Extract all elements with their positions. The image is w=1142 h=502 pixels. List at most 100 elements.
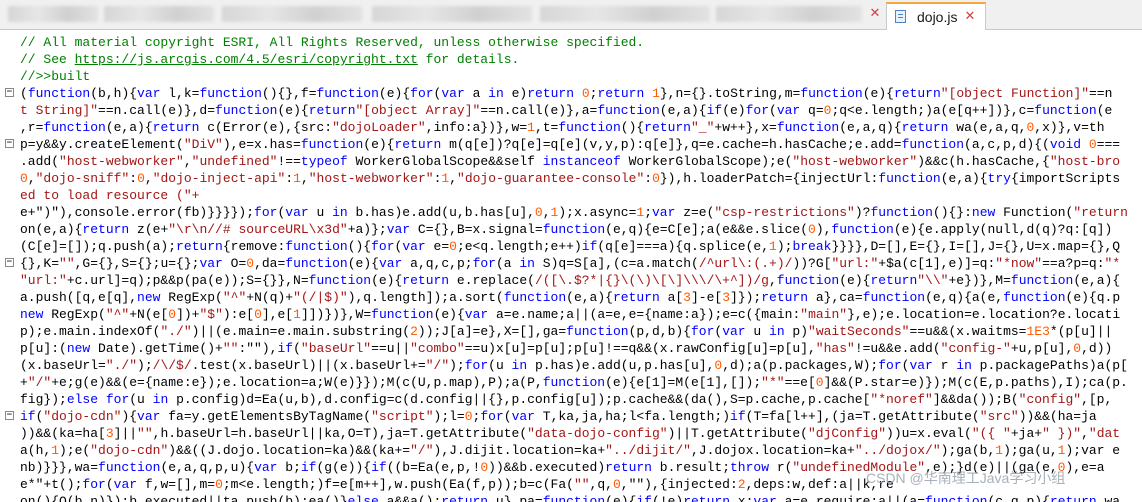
- code-text: e+")"),console.error(fb)}}}});for(var u …: [20, 204, 1128, 221]
- code-token: +a)};: [347, 222, 387, 237]
- code-token: in: [332, 205, 348, 220]
- code-line[interactable]: − p=y&&y.createElement("DiV"),e=x.has=fun…: [0, 136, 1142, 153]
- code-token: function: [503, 290, 567, 305]
- code-line[interactable]: e+")"),console.error(fb)}}}});for(var u …: [0, 204, 1142, 221]
- code-token: function: [542, 494, 606, 502]
- code-line[interactable]: .add("host-webworker","undefined"!==type…: [0, 153, 1142, 170]
- code-token: return: [402, 273, 450, 288]
- code-token: !==: [277, 154, 301, 169]
- code-token: "./": [105, 358, 138, 373]
- code-line[interactable]: 0,"dojo-sniff":0,"dojo-inject-api":1,"ho…: [0, 170, 1142, 187]
- code-line[interactable]: p);e.main.indexOf("./")||(e.main=e.main.…: [0, 323, 1142, 340]
- code-line[interactable]: − (function(b,h){var l,k=function(){},f=f…: [0, 85, 1142, 102]
- code-token: );e(: [59, 443, 91, 458]
- code-line[interactable]: ed to load resource ("+: [0, 187, 1142, 204]
- code-token: function: [542, 222, 606, 237]
- code-token: "url:": [20, 273, 67, 288]
- code-token: a&&a();: [378, 494, 442, 502]
- fold-toggle-icon[interactable]: −: [5, 88, 14, 97]
- code-token: 0: [534, 205, 543, 220]
- code-line[interactable]: t String]"==n.call(e)},d=function(e){ret…: [0, 102, 1142, 119]
- code-token: (u: [488, 358, 512, 373]
- blurred-tab[interactable]: [540, 6, 710, 22]
- code-token: (e,a,q){: [839, 120, 902, 135]
- code-text: {},K="",G={},S={};u={};var O=0,da=functi…: [20, 255, 1120, 272]
- fold-toggle-icon[interactable]: −: [5, 411, 14, 420]
- code-token: (e,q){a(e,: [925, 290, 1004, 305]
- code-line[interactable]: // See https://js.arcgis.com/4.5/esri/co…: [0, 51, 1142, 68]
- code-token: {remove:: [222, 239, 286, 254]
- code-token: var: [722, 324, 746, 339]
- blurred-tab[interactable]: [8, 6, 98, 22]
- code-line[interactable]: //>>built: [0, 68, 1142, 85]
- code-editor[interactable]: // All material copyright ESRI, All Righ…: [0, 30, 1142, 502]
- code-token: :: [644, 171, 653, 186]
- code-line[interactable]: "url:"+c.url]=q);p&&p(pa(e));S={}},N=fun…: [0, 272, 1142, 289]
- blurred-tab[interactable]: [222, 6, 362, 22]
- code-line[interactable]: on(e,a){return z(e+"\r\n//# sourceURL\x3…: [0, 221, 1142, 238]
- code-token: for: [410, 86, 434, 101]
- code-token: ,: [144, 171, 153, 186]
- code-line[interactable]: a(h,1);e("dojo-cdn")&&((J.dojo.location=…: [0, 442, 1142, 459]
- code-line[interactable]: a.push([q,e[q],new RegExp("^"+N(q)+"(/|$…: [0, 289, 1142, 306]
- code-token: return: [644, 120, 691, 135]
- code-token: ))&&(ka=ha[: [20, 426, 106, 441]
- blurred-tab[interactable]: [716, 6, 862, 22]
- code-token: var: [113, 477, 138, 492]
- code-line[interactable]: // All material copyright ESRI, All Righ…: [0, 34, 1142, 51]
- code-text: (C[e]=[]);q.push(a);return{remove:functi…: [20, 238, 1120, 255]
- code-token: 0: [581, 86, 590, 101]
- code-token: ;m<e.length;)f=e[m++],w.push(Ea(f,p));b=…: [222, 477, 574, 492]
- code-token: (e){: [605, 494, 637, 502]
- code-token: RegExp(: [160, 290, 223, 305]
- code-token: "config": [1018, 392, 1082, 407]
- tab-dojo-js[interactable]: dojo.js ✕: [886, 2, 986, 30]
- fold-toggle-icon[interactable]: −: [5, 258, 14, 267]
- code-token: var: [386, 222, 411, 237]
- code-line[interactable]: − if("dojo-cdn"){var fa=y.getElementsByTa…: [0, 408, 1142, 425]
- code-token: else: [66, 392, 99, 407]
- tab-label: dojo.js: [917, 9, 958, 25]
- code-line[interactable]: +"/"+e;g(e)&&(e={name:e});e.location=a;W…: [0, 374, 1142, 391]
- close-tab-icon[interactable]: ✕: [868, 7, 882, 21]
- code-token: "dojo-cdn": [90, 443, 169, 458]
- code-token: e*"+t();: [20, 477, 83, 492]
- code-token: z=e(: [675, 205, 715, 220]
- code-line[interactable]: − {},K="",G={},S={};u={};var O=0,da=funct…: [0, 255, 1142, 272]
- code-token: ]])})},W=: [300, 307, 372, 322]
- close-tab-icon[interactable]: ✕: [963, 10, 977, 24]
- code-line[interactable]: ))&&(ka=ha[3]||"",h.baseUrl=h.baseUrl||k…: [0, 425, 1142, 442]
- code-text: new RegExp("^"+N(e[0])+"$"):e[0],e[1]])}…: [20, 306, 1120, 323]
- code-line[interactable]: p[u]:(new Date).getTime()+"":""),if("bas…: [0, 340, 1142, 357]
- code-token: ),q.length]);a.sort(: [347, 290, 504, 305]
- code-token: var: [254, 460, 278, 475]
- code-token: return: [761, 290, 809, 305]
- blurred-tab[interactable]: [372, 6, 532, 22]
- code-line[interactable]: fig});else for(u in p.config)d=Ea(u,b),d…: [0, 391, 1142, 408]
- code-token: )||T.getAttribute(: [667, 426, 808, 441]
- code-token: ]&&(P.star=e)});M(c(E,p.paths),I);ca(p.: [823, 375, 1128, 390]
- code-token: 0: [808, 222, 816, 237]
- code-line[interactable]: (C[e]=[]);q.push(a);return{remove:functi…: [0, 238, 1142, 255]
- code-text: .add("host-webworker","undefined"!==type…: [20, 153, 1120, 170]
- code-token: return: [612, 290, 660, 305]
- code-line[interactable]: ,r=function(e,a){return c(Error(e),{src:…: [0, 119, 1142, 136]
- code-token: a=e.require;a||(a=: [776, 494, 926, 502]
- code-token: "*now": [995, 256, 1043, 271]
- code-line[interactable]: new RegExp("^"+N(e[0])+"$"):e[0],e[1]])}…: [0, 306, 1142, 323]
- code-token: (e){: [378, 86, 411, 101]
- code-token: ]-e[: [690, 290, 723, 305]
- code-line[interactable]: (x.baseUrl="./");/\/$/.test(x.baseUrl)||…: [0, 357, 1142, 374]
- code-line[interactable]: on(){Q(b,n)});b.executed||ta.push(b);ea(…: [0, 493, 1142, 502]
- code-token: ===: [1096, 137, 1121, 152]
- code-token: (e): [722, 103, 746, 118]
- code-token: return: [901, 120, 949, 135]
- fold-toggle-icon[interactable]: −: [5, 139, 14, 148]
- blurred-tab[interactable]: [104, 6, 214, 22]
- code-token: throw: [730, 460, 770, 475]
- code-token: ))u=x.eval(: [886, 426, 972, 441]
- code-token: ,q,: [589, 477, 613, 492]
- code-token: (b,h){: [90, 86, 138, 101]
